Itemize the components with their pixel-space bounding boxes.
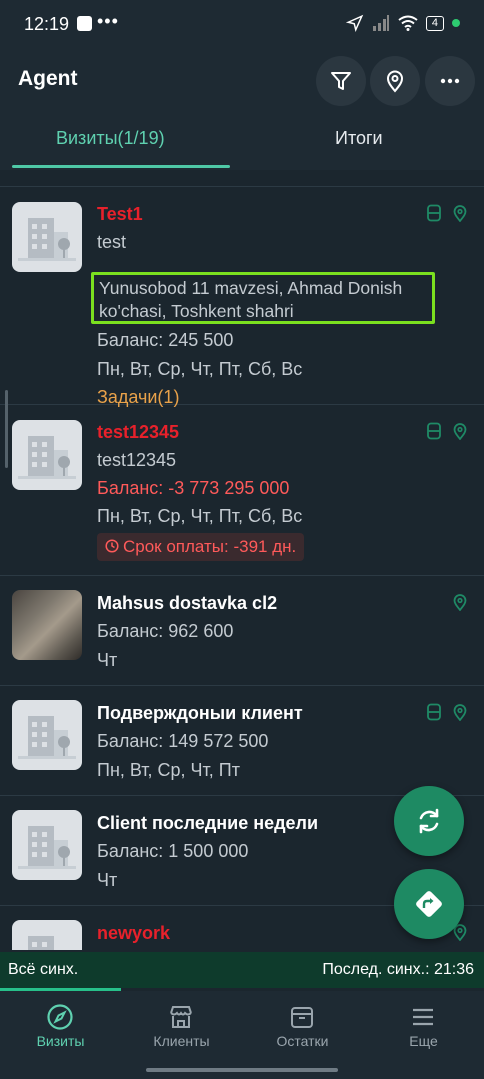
building-icon — [18, 716, 76, 759]
client-name: Mahsus dostavka cl2 — [97, 593, 278, 613]
client-visit-days: Пн, Вт, Ср, Чт, Пт — [97, 760, 240, 780]
client-card-test1[interactable]: Test1 test Yunusobod 11 mavzesi, Ahmad D… — [0, 187, 484, 407]
app-bar: Agent — [0, 50, 484, 108]
clock-icon — [105, 539, 119, 553]
client-address-line2: ko'chasi, Toshkent shahri — [99, 301, 294, 321]
client-name: Client последние недели — [97, 813, 319, 833]
menu-icon — [413, 1008, 433, 1026]
client-thumbnail — [12, 810, 82, 880]
client-balance: Баланс: 245 500 — [97, 330, 234, 350]
wifi-icon — [398, 15, 418, 31]
client-thumbnail — [12, 700, 82, 770]
list-item-partial — [0, 170, 484, 187]
tab-visits[interactable]: Визиты(1/19) — [56, 128, 165, 149]
building-icon — [18, 436, 76, 479]
client-balance: Баланс: -3 773 295 000 — [97, 478, 290, 498]
client-visit-days: Чт — [97, 650, 118, 670]
battery-icon: 4 — [425, 15, 444, 31]
scroll-indicator[interactable] — [5, 390, 8, 468]
client-name: Test1 — [97, 204, 143, 224]
pin-icon — [453, 704, 467, 721]
more-horizontal-icon — [440, 78, 460, 84]
tab-bar: Визиты(1/19) Итоги — [0, 108, 484, 170]
nav-more-label: Еще — [409, 1033, 438, 1049]
building-icon — [18, 218, 76, 261]
client-balance: Баланс: 149 572 500 — [97, 731, 269, 751]
client-card-mahsus[interactable]: Mahsus dostavka cl2 Баланс: 962 600 Чт — [0, 576, 484, 686]
client-subtitle: test — [97, 232, 127, 252]
location-arrow-icon — [345, 14, 364, 32]
client-thumbnail — [12, 202, 82, 272]
compass-icon — [47, 1004, 73, 1030]
nav-stock[interactable]: Остатки — [242, 991, 363, 1057]
client-address-highlight: Yunusobod 11 mavzesi, Ahmad Donish ko'ch… — [91, 272, 435, 324]
sync-status-bar: Всё синх. Послед. синх.: 21:36 — [0, 952, 484, 988]
client-address-line1: Yunusobod 11 mavzesi, Ahmad Donish — [99, 278, 403, 298]
database-icon — [427, 703, 441, 721]
box-icon — [291, 1007, 313, 1028]
payment-due-badge: Срок оплаты: -391 дн. — [97, 533, 305, 561]
status-time: 12:19 — [24, 14, 70, 34]
sync-status: Всё синх. — [8, 961, 79, 978]
signal-icon — [372, 15, 389, 31]
refresh-icon — [419, 808, 439, 834]
location-pin-icon — [386, 70, 404, 93]
sync-fab-button[interactable] — [394, 786, 464, 856]
building-icon — [18, 826, 76, 869]
directions-icon — [416, 891, 442, 917]
nav-clients[interactable]: Клиенты — [121, 991, 242, 1057]
pin-icon — [453, 423, 467, 440]
tab-indicator — [12, 165, 230, 168]
nav-visits-label: Визиты — [36, 1033, 85, 1049]
filter-button[interactable] — [316, 56, 366, 106]
nav-stock-label: Остатки — [276, 1033, 329, 1049]
client-card-test12345[interactable]: test12345 test12345 Баланс: -3 773 295 0… — [0, 405, 484, 576]
filter-icon — [331, 72, 351, 90]
app-title: Agent — [18, 67, 78, 90]
client-visit-days: Чт — [97, 870, 118, 890]
more-notifications-icon: ••• — [97, 11, 119, 31]
client-name: test12345 — [97, 422, 180, 442]
status-dot — [452, 19, 460, 27]
client-name: Подверждоныи клиент — [97, 703, 303, 723]
client-thumbnail — [12, 920, 82, 950]
tab-totals[interactable]: Итоги — [335, 128, 383, 149]
client-card-confirmed[interactable]: Подверждоныи клиент Баланс: 149 572 500 … — [0, 686, 484, 796]
system-home-bar — [0, 1057, 484, 1079]
client-visit-days: Пн, Вт, Ср, Чт, Пт, Сб, Вс — [97, 359, 303, 379]
bottom-navigation: Визиты Клиенты Остатки Еще — [0, 991, 484, 1057]
nav-more[interactable]: Еще — [363, 991, 484, 1057]
client-balance: Баланс: 1 500 000 — [97, 841, 249, 861]
client-subtitle: test12345 — [97, 450, 177, 470]
payment-due-text: Срок оплаты: -391 дн. — [123, 537, 297, 556]
last-sync-time: Послед. синх.: 21:36 — [322, 961, 474, 978]
home-indicator[interactable] — [146, 1068, 338, 1072]
store-icon — [170, 1006, 192, 1028]
map-button[interactable] — [370, 56, 420, 106]
client-balance: Баланс: 962 600 — [97, 621, 234, 641]
nav-visits[interactable]: Визиты — [0, 991, 121, 1057]
building-icon — [28, 936, 54, 950]
client-thumbnail — [12, 420, 82, 490]
client-photo — [12, 590, 82, 660]
database-icon — [427, 204, 441, 222]
database-icon — [427, 422, 441, 440]
client-visit-days: Пн, Вт, Ср, Чт, Пт, Сб, Вс — [97, 506, 303, 526]
nav-clients-label: Клиенты — [153, 1033, 210, 1049]
more-button[interactable] — [425, 56, 475, 106]
route-fab-button[interactable] — [394, 869, 464, 939]
client-name: newyork — [97, 923, 171, 943]
pin-icon — [453, 594, 467, 611]
notification-icon — [77, 16, 92, 31]
pin-icon — [453, 205, 467, 222]
status-bar: 12:19 ••• 4 — [0, 0, 484, 50]
